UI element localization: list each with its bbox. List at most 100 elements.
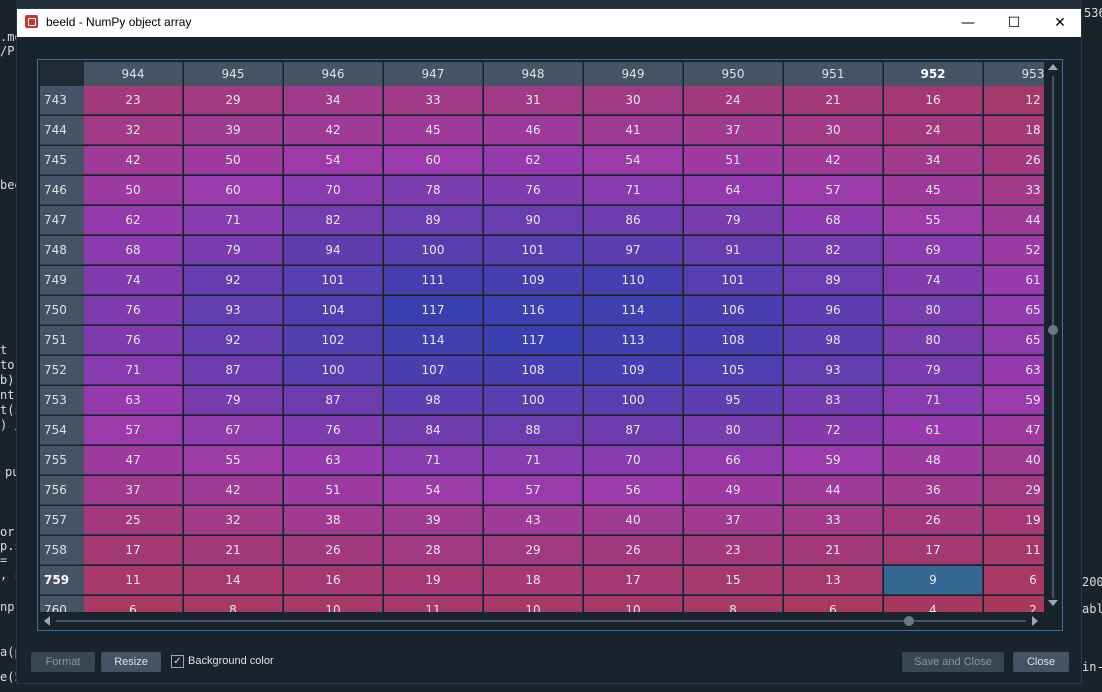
column-header[interactable]: 944: [84, 62, 183, 86]
row-header[interactable]: 757: [40, 506, 84, 535]
table-cell[interactable]: 114: [384, 326, 483, 355]
table-cell[interactable]: 33: [784, 506, 883, 535]
row-header[interactable]: 756: [40, 476, 84, 505]
format-button[interactable]: Format: [31, 652, 95, 672]
table-cell[interactable]: 16: [884, 86, 983, 115]
table-cell[interactable]: 54: [284, 146, 383, 175]
table-cell[interactable]: 71: [184, 206, 283, 235]
table-cell[interactable]: 100: [584, 386, 683, 415]
resize-button[interactable]: Resize: [101, 652, 161, 672]
table-cell[interactable]: 29: [484, 536, 583, 565]
column-header[interactable]: 952: [884, 62, 983, 86]
table-cell[interactable]: 19: [384, 566, 483, 595]
table-cell[interactable]: 93: [184, 296, 283, 325]
table-cell[interactable]: 31: [484, 86, 583, 115]
table-cell[interactable]: 82: [284, 206, 383, 235]
table-cell[interactable]: 79: [884, 356, 983, 385]
table-cell[interactable]: 59: [784, 446, 883, 475]
table-cell[interactable]: 94: [284, 236, 383, 265]
row-header[interactable]: 754: [40, 416, 84, 445]
table-cell[interactable]: 11: [984, 536, 1044, 565]
table-cell[interactable]: 57: [84, 416, 183, 445]
table-cell[interactable]: 92: [184, 266, 283, 295]
table-cell[interactable]: 61: [884, 416, 983, 445]
table-cell[interactable]: 89: [384, 206, 483, 235]
table-cell[interactable]: 49: [684, 476, 783, 505]
table-cell[interactable]: 39: [384, 506, 483, 535]
table-cell[interactable]: 10: [284, 596, 383, 612]
row-header[interactable]: 743: [40, 86, 84, 115]
table-cell[interactable]: 97: [584, 236, 683, 265]
column-header[interactable]: 948: [484, 62, 583, 86]
table-cell[interactable]: 64: [684, 176, 783, 205]
selected-table-cell[interactable]: 9: [884, 566, 983, 595]
table-cell[interactable]: 104: [284, 296, 383, 325]
table-cell[interactable]: 42: [784, 146, 883, 175]
table-cell[interactable]: 80: [884, 326, 983, 355]
table-cell[interactable]: 61: [984, 266, 1044, 295]
table-cell[interactable]: 2: [984, 596, 1044, 612]
table-cell[interactable]: 48: [884, 446, 983, 475]
table-cell[interactable]: 25: [84, 506, 183, 535]
table-cell[interactable]: 72: [784, 416, 883, 445]
table-cell[interactable]: 74: [84, 266, 183, 295]
table-cell[interactable]: 76: [84, 296, 183, 325]
close-button[interactable]: Close: [1013, 652, 1069, 672]
table-cell[interactable]: 57: [484, 476, 583, 505]
row-header[interactable]: 752: [40, 356, 84, 385]
table-cell[interactable]: 39: [184, 116, 283, 145]
row-header[interactable]: 760: [40, 596, 84, 612]
table-cell[interactable]: 74: [884, 266, 983, 295]
table-cell[interactable]: 80: [684, 416, 783, 445]
table-cell[interactable]: 36: [884, 476, 983, 505]
table-cell[interactable]: 17: [884, 536, 983, 565]
table-cell[interactable]: 42: [284, 116, 383, 145]
table-cell[interactable]: 50: [84, 176, 183, 205]
table-cell[interactable]: 30: [784, 116, 883, 145]
table-cell[interactable]: 18: [984, 116, 1044, 145]
row-header[interactable]: 747: [40, 206, 84, 235]
row-header[interactable]: 744: [40, 116, 84, 145]
table-cell[interactable]: 67: [184, 416, 283, 445]
table-cell[interactable]: 26: [584, 536, 683, 565]
table-cell[interactable]: 70: [584, 446, 683, 475]
row-header[interactable]: 750: [40, 296, 84, 325]
table-cell[interactable]: 28: [384, 536, 483, 565]
row-header[interactable]: 746: [40, 176, 84, 205]
table-cell[interactable]: 100: [484, 386, 583, 415]
table-cell[interactable]: 33: [384, 86, 483, 115]
table-cell[interactable]: 105: [684, 356, 783, 385]
table-cell[interactable]: 82: [784, 236, 883, 265]
table-cell[interactable]: 21: [784, 86, 883, 115]
vertical-scroll-handle[interactable]: [1048, 325, 1058, 335]
table-cell[interactable]: 108: [684, 326, 783, 355]
table-cell[interactable]: 87: [284, 386, 383, 415]
table-cell[interactable]: 106: [684, 296, 783, 325]
table-cell[interactable]: 111: [384, 266, 483, 295]
table-cell[interactable]: 17: [84, 536, 183, 565]
background-color-checkbox[interactable]: ✓: [171, 655, 184, 668]
minimize-button[interactable]: —: [945, 9, 991, 37]
table-cell[interactable]: 51: [684, 146, 783, 175]
table-cell[interactable]: 6: [784, 596, 883, 612]
table-cell[interactable]: 33: [984, 176, 1044, 205]
vertical-scrollbar[interactable]: [1046, 62, 1060, 612]
table-cell[interactable]: 66: [684, 446, 783, 475]
table-cell[interactable]: 117: [484, 326, 583, 355]
row-header[interactable]: 751: [40, 326, 84, 355]
table-cell[interactable]: 76: [484, 176, 583, 205]
table-cell[interactable]: 87: [584, 416, 683, 445]
table-cell[interactable]: 69: [884, 236, 983, 265]
scroll-right-icon[interactable]: [1032, 616, 1038, 626]
table-cell[interactable]: 21: [184, 536, 283, 565]
row-header[interactable]: 758: [40, 536, 84, 565]
column-header[interactable]: 950: [684, 62, 783, 86]
table-cell[interactable]: 40: [984, 446, 1044, 475]
table-cell[interactable]: 100: [284, 356, 383, 385]
save-and-close-button[interactable]: Save and Close: [902, 652, 1004, 672]
table-cell[interactable]: 18: [484, 566, 583, 595]
scroll-left-icon[interactable]: [44, 616, 50, 626]
table-cell[interactable]: 51: [284, 476, 383, 505]
table-cell[interactable]: 101: [684, 266, 783, 295]
table-cell[interactable]: 70: [284, 176, 383, 205]
